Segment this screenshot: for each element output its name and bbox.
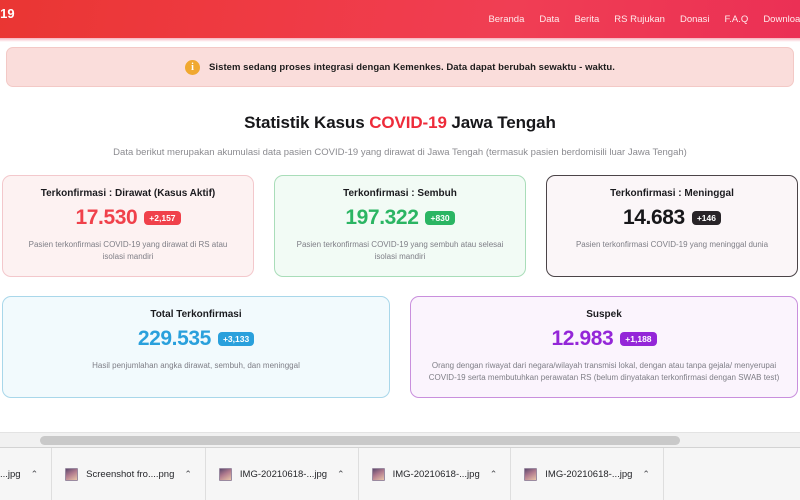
download-file-name: ...jpg <box>0 468 21 480</box>
card-figure: 229.535 +3,133 <box>137 327 255 351</box>
alert-message: Sistem sedang proses integrasi dengan Ke… <box>209 61 615 73</box>
download-file-name: Screenshot fro....png <box>86 468 175 480</box>
card-title: Terkonfirmasi : Dirawat (Kasus Aktif) <box>40 188 216 199</box>
card-delta-badge: +3,133 <box>217 332 255 346</box>
card-figure: 17.530 +2,157 <box>75 206 181 230</box>
card-title: Terkonfirmasi : Meninggal <box>610 188 734 199</box>
card-title: Suspek <box>586 309 622 320</box>
brand-title: COVID-19 <box>0 6 15 22</box>
stat-card-total[interactable]: Total Terkonfirmasi 229.535 +3,133 Hasil… <box>2 296 390 398</box>
horizontal-scrollbar[interactable] <box>0 432 800 447</box>
download-item[interactable]: Screenshot fro....png ⌃ <box>52 447 206 500</box>
card-description: Pasien terkonfirmasi COVID-19 yang menin… <box>575 240 769 249</box>
download-file-name: IMG-20210618-...jpg <box>392 468 480 480</box>
card-description: Hasil penjumlahan angka dirawat, sembuh,… <box>92 361 300 370</box>
site-content: COVID-19 Tengah Beranda Data Berita RS R… <box>0 0 800 398</box>
card-delta-badge: +146 <box>691 211 721 225</box>
nav-link-rs-rujukan[interactable]: RS Rujukan <box>614 14 665 25</box>
stat-cards-row-1: Terkonfirmasi : Dirawat (Kasus Aktif) 17… <box>0 175 800 277</box>
alert-wrapper: i Sistem sedang proses integrasi dengan … <box>0 38 800 87</box>
page-subtitle: Data berikut merupakan akumulasi data pa… <box>113 147 687 158</box>
download-item[interactable]: ...jpg ⌃ <box>0 447 53 500</box>
card-title: Terkonfirmasi : Sembuh <box>343 188 457 199</box>
stat-card-sembuh[interactable]: Terkonfirmasi : Sembuh 197.322 +830 Pasi… <box>274 175 526 277</box>
nav-links: Beranda Data Berita RS Rujukan Donasi F.… <box>488 14 800 25</box>
card-description: Pasien terkonfirmasi COVID-19 yang diraw… <box>28 240 228 261</box>
nav-link-faq[interactable]: F.A.Q <box>725 14 749 25</box>
download-file-name: IMG-20210618-...jpg <box>545 468 633 480</box>
info-circle-icon: i <box>185 59 201 75</box>
card-delta-badge: +1,188 <box>620 332 657 346</box>
card-figure: 14.683 +146 <box>623 206 721 230</box>
download-item[interactable]: IMG-20210618-...jpg ⌃ <box>206 447 359 500</box>
file-thumbnail-icon <box>371 467 385 481</box>
chevron-up-icon[interactable]: ⌃ <box>642 469 650 480</box>
nav-link-data[interactable]: Data <box>539 14 559 25</box>
download-item[interactable]: IMG-20210618-...jpg ⌃ <box>359 447 512 500</box>
nav-link-download[interactable]: Download <box>763 14 800 25</box>
nav-link-beranda[interactable]: Beranda <box>488 14 524 25</box>
page-viewport: COVID-19 Tengah Beranda Data Berita RS R… <box>0 0 800 432</box>
browser-window: COVID-19 Tengah Beranda Data Berita RS R… <box>0 0 800 500</box>
file-thumbnail-icon <box>218 467 232 481</box>
chevron-up-icon[interactable]: ⌃ <box>184 469 192 480</box>
stat-card-dirawat[interactable]: Terkonfirmasi : Dirawat (Kasus Aktif) 17… <box>2 175 254 277</box>
download-shelf: ...jpg ⌃ Screenshot fro....png ⌃ IMG-202… <box>0 447 800 500</box>
page-title-highlight: COVID-19 <box>369 113 447 132</box>
stat-card-meninggal[interactable]: Terkonfirmasi : Meninggal 14.683 +146 Pa… <box>546 175 798 277</box>
site-logo[interactable]: COVID-19 Tengah <box>0 7 15 31</box>
card-number: 197.322 <box>345 206 419 229</box>
card-figure: 197.322 +830 <box>345 206 455 230</box>
card-delta-badge: +2,157 <box>144 211 181 225</box>
nav-link-berita[interactable]: Berita <box>574 14 599 25</box>
navbar-shadow <box>0 38 800 42</box>
file-thumbnail-icon <box>524 467 538 481</box>
card-number: 17.530 <box>75 206 138 229</box>
card-description: Pasien terkonfirmasi COVID-19 yang sembu… <box>296 240 504 261</box>
stat-card-suspek[interactable]: Suspek 12.983 +1,188 Orang dengan riwaya… <box>410 296 798 398</box>
card-number: 14.683 <box>623 206 685 229</box>
download-item[interactable]: IMG-20210618-...jpg ⌃ <box>511 447 664 500</box>
chevron-up-icon[interactable]: ⌃ <box>31 469 39 480</box>
stat-cards-row-2: Total Terkonfirmasi 229.535 +3,133 Hasil… <box>0 296 800 398</box>
card-title: Total Terkonfirmasi <box>150 309 242 320</box>
card-description: Orang dengan riwayat dari negara/wilayah… <box>428 361 780 382</box>
card-number: 229.535 <box>137 327 212 350</box>
page-title-post: Jawa Tengah <box>446 113 556 132</box>
file-thumbnail-icon <box>65 467 79 481</box>
site-navbar: COVID-19 Tengah Beranda Data Berita RS R… <box>0 0 800 42</box>
chevron-up-icon[interactable]: ⌃ <box>490 469 498 480</box>
brand-subtitle: Tengah <box>0 22 15 31</box>
system-alert: i Sistem sedang proses integrasi dengan … <box>6 47 794 87</box>
scrollbar-thumb[interactable] <box>40 436 680 445</box>
card-figure: 12.983 +1,188 <box>551 327 657 351</box>
nav-link-donasi[interactable]: Donasi <box>680 14 710 25</box>
chevron-up-icon[interactable]: ⌃ <box>337 469 345 480</box>
page-title-pre: Statistik Kasus <box>244 113 370 132</box>
card-delta-badge: +830 <box>425 211 455 225</box>
page-title: Statistik Kasus COVID-19 Jawa Tengah <box>0 113 800 133</box>
download-file-name: IMG-20210618-...jpg <box>239 468 328 480</box>
card-number: 12.983 <box>551 327 614 350</box>
